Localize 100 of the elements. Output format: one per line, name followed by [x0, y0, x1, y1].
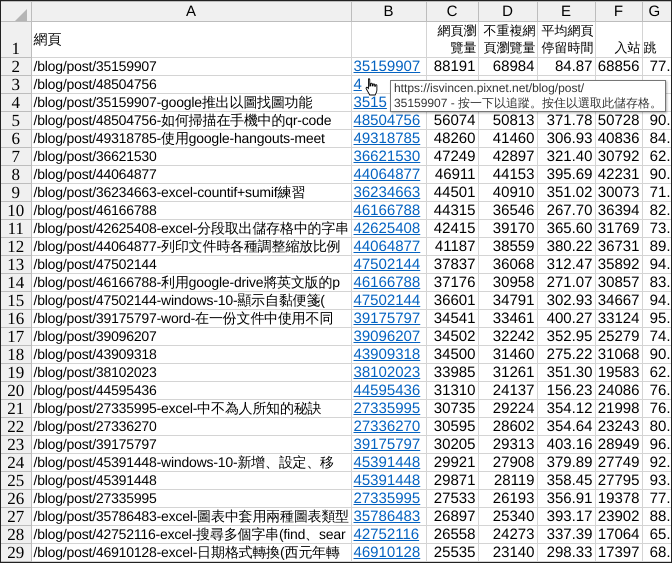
table-cell: 68856 [595, 58, 642, 76]
table-cell: 41460 [478, 130, 537, 148]
table-cell: 23902 [595, 508, 642, 526]
table-cell: 33985 [426, 364, 478, 382]
table-cell: 354.64 [537, 418, 595, 436]
table-cell: 306.93 [537, 130, 595, 148]
table-cell: 29921 [426, 454, 478, 472]
table-cell: 17064 [595, 526, 642, 544]
table-cell: 27533 [426, 490, 478, 508]
hand-cursor-icon [366, 78, 378, 96]
column-header[interactable]: C [426, 2, 478, 22]
table-cell: /blog/post/44064877 [31, 166, 351, 184]
table-cell: /blog/post/27335995 [31, 490, 351, 508]
row-header: 19 [1, 364, 31, 382]
table-cell: /blog/post/35159907 [31, 58, 351, 76]
table-cell: 351.30 [537, 364, 595, 382]
table-cell: 44501 [426, 184, 478, 202]
table-cell: 156.23 [537, 382, 595, 400]
table-cell: 48260 [426, 130, 478, 148]
table-cell: 321.40 [537, 148, 595, 166]
table-cell: /blog/post/47502144 [31, 256, 351, 274]
table-cell: 68. [642, 544, 671, 562]
table-cell: 74. [642, 328, 671, 346]
table-cell: 36068 [478, 256, 537, 274]
table-cell: /blog/post/39175797 [31, 436, 351, 454]
table-cell: 29313 [478, 436, 537, 454]
table-cell: 23140 [478, 544, 537, 562]
table-cell: 35892 [595, 256, 642, 274]
table-cell: /blog/post/46166788 [31, 202, 351, 220]
table-cell: /blog/post/27336270 [31, 418, 351, 436]
row-header: 29 [1, 544, 31, 562]
table-cell: 271.07 [537, 274, 595, 292]
column-header[interactable]: F [595, 2, 642, 22]
row-header: 8 [1, 166, 31, 184]
table-cell: 28949 [595, 436, 642, 454]
table-cell: 47249 [426, 148, 478, 166]
table-cell: 88. [642, 508, 671, 526]
table-cell: 31310 [426, 382, 478, 400]
table-cell: /blog/post/46166788-利用google-drive將英文版的p [31, 274, 351, 292]
table-cell: 42897 [478, 148, 537, 166]
table-cell: /blog/post/45391448-windows-10-新增、設定、移 [31, 454, 351, 472]
table-cell: 19583 [595, 364, 642, 382]
table-cell: 400.27 [537, 310, 595, 328]
table-cell: 44315 [426, 202, 478, 220]
table-cell: 30595 [426, 418, 478, 436]
table-cell: 不重複網頁瀏覽量 [478, 22, 537, 58]
table-cell: /blog/post/43909318 [31, 346, 351, 364]
row-header: 25 [1, 472, 31, 490]
table-cell: 29224 [478, 400, 537, 418]
column-header[interactable]: D [478, 2, 537, 22]
row-header: 3 [1, 76, 31, 94]
table-cell: 275.22 [537, 346, 595, 364]
tooltip-text: https://isvincen.pixnet.net/blog/post/ [394, 81, 586, 96]
row-header: 12 [1, 238, 31, 256]
table-cell: 312.47 [537, 256, 595, 274]
table-cell: 34541 [426, 310, 478, 328]
table-cell: 30792 [595, 148, 642, 166]
table-cell: /blog/post/35786483-excel-圖表中套用兩種圖表類型 [31, 508, 351, 526]
table-cell: 352.95 [537, 328, 595, 346]
table-cell: 25535 [426, 544, 478, 562]
row-header: 16 [1, 310, 31, 328]
row-header: 26 [1, 490, 31, 508]
table-cell: 62. [642, 148, 671, 166]
row-header: 7 [1, 148, 31, 166]
table-cell: 31261 [478, 364, 537, 382]
table-cell: 77. [642, 490, 671, 508]
table-cell: 40836 [595, 130, 642, 148]
column-header[interactable]: E [537, 2, 595, 22]
table-cell: 36731 [595, 238, 642, 256]
table-cell: 96. [642, 436, 671, 454]
table-cell: 34502 [426, 328, 478, 346]
table-cell: /blog/post/49318785-使用google-hangouts-meet [31, 130, 351, 148]
column-header[interactable]: G [642, 2, 671, 22]
table-cell: 27795 [595, 472, 642, 490]
hyperlink[interactable]: 4 [354, 76, 362, 92]
table-cell: 21998 [595, 400, 642, 418]
table-cell: 36394 [595, 202, 642, 220]
table-cell: 32242 [478, 328, 537, 346]
table-cell: 23243 [595, 418, 642, 436]
table-cell: 77. [642, 58, 671, 76]
table-cell: /blog/post/47502144-windows-10-顯示自黏便箋( [31, 292, 351, 310]
row-header: 28 [1, 526, 31, 544]
table-cell: /blog/post/42625408-excel-分段取出儲存格中的字串 [31, 220, 351, 238]
column-header[interactable]: B [351, 2, 426, 22]
row-header: 18 [1, 346, 31, 364]
table-cell: 30735 [426, 400, 478, 418]
column-header[interactable]: A [31, 2, 351, 22]
table-cell: 84. [642, 130, 671, 148]
row-header: 13 [1, 256, 31, 274]
table-cell: 73. [642, 220, 671, 238]
table-cell: 24137 [478, 382, 537, 400]
row-header: 22 [1, 418, 31, 436]
row-header: 11 [1, 220, 31, 238]
table-cell: 24086 [595, 382, 642, 400]
table-cell: 44153 [478, 166, 537, 184]
table-cell: 76. [642, 382, 671, 400]
table-cell: 62. [642, 364, 671, 382]
table-cell: 26558 [426, 526, 478, 544]
table-cell: 94. [642, 292, 671, 310]
row-header: 4 [1, 94, 31, 112]
